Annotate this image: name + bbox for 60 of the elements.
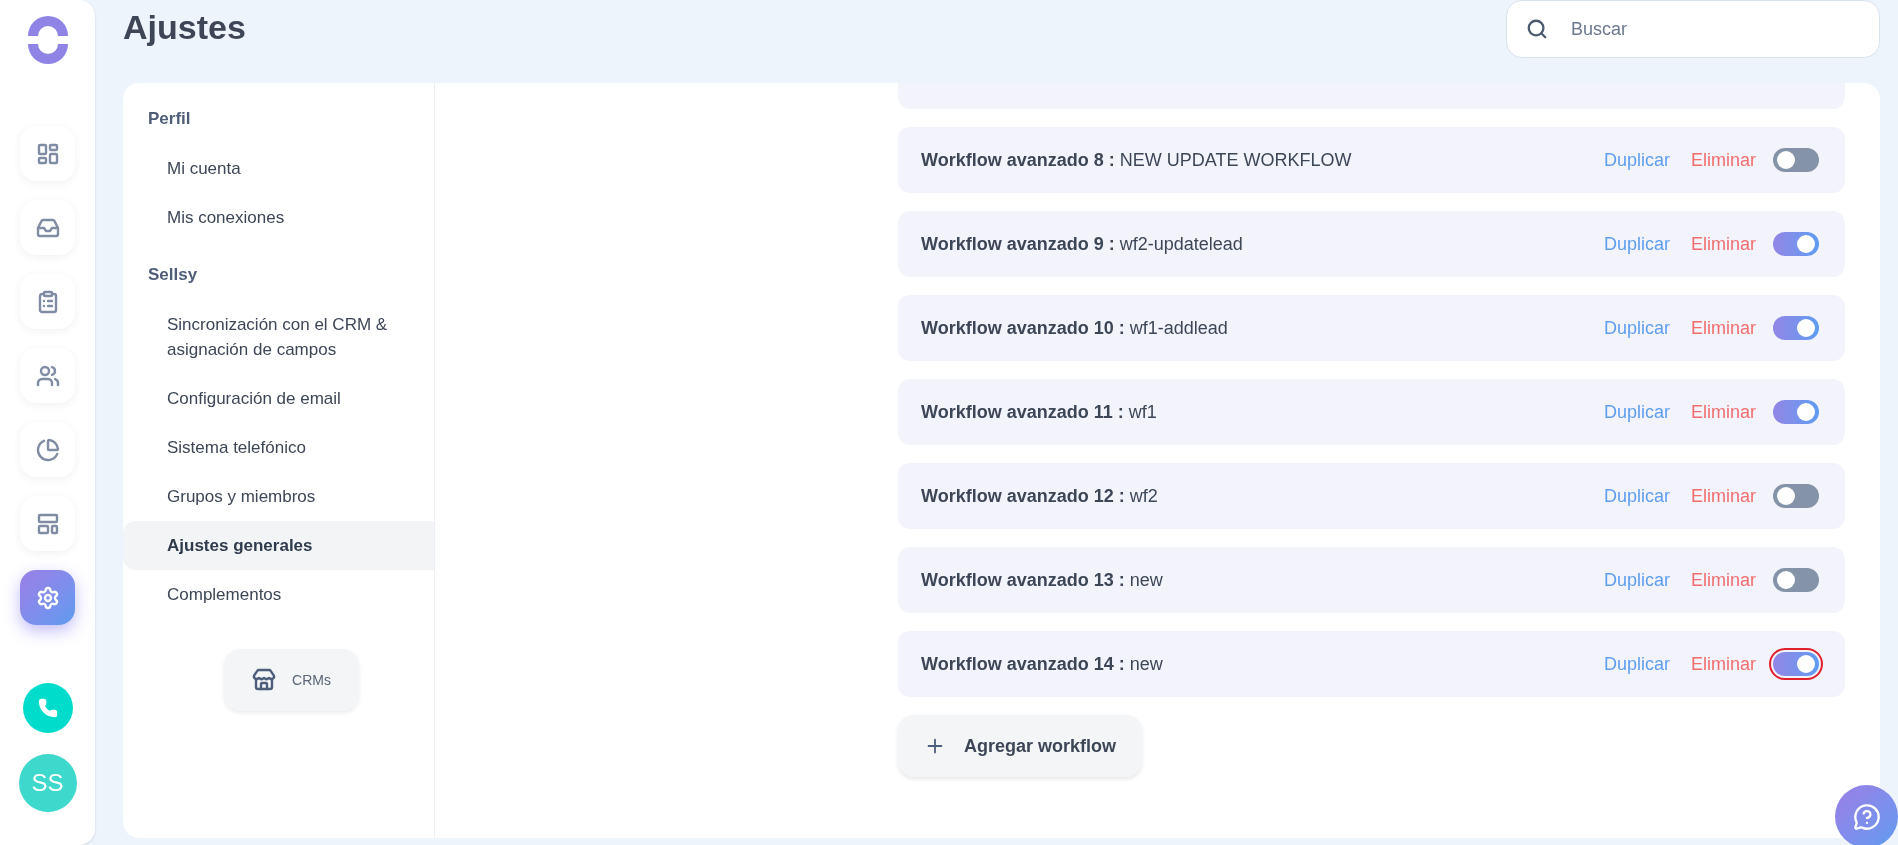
duplicate-link[interactable]: Duplicar	[1603, 482, 1670, 510]
workflow-title: Workflow avanzado 11 : wf1	[921, 400, 1158, 424]
duplicate-link[interactable]: Duplicar	[1603, 650, 1670, 678]
menu-item[interactable]: Sincronización con el CRM & asignación de campos	[123, 300, 434, 374]
workflow-title: Workflow avanzado 12 : wf2	[921, 484, 1159, 508]
search-icon	[1526, 18, 1548, 40]
menu-item[interactable]: Mis conexiones	[123, 193, 434, 242]
help-chat-icon	[1852, 802, 1881, 831]
nav-button[interactable]	[20, 274, 75, 329]
phone-icon	[37, 698, 58, 718]
pie-chart-icon	[35, 437, 60, 462]
duplicate-link[interactable]: Duplicar	[1603, 398, 1670, 426]
nav-button[interactable]	[20, 496, 75, 551]
crms-button[interactable]: CRMs	[224, 649, 359, 711]
phone-button[interactable]	[22, 683, 73, 733]
help-chat-button[interactable]	[1835, 785, 1898, 845]
toggle-switch[interactable]	[1773, 316, 1819, 340]
menu-item[interactable]: Mi cuenta	[123, 144, 434, 193]
workflow-title: Workflow avanzado 8 : NEW UPDATE WORKFLOW	[921, 148, 1353, 172]
people-icon	[35, 363, 60, 388]
nav-button[interactable]	[20, 200, 75, 255]
toggle-switch[interactable]	[1773, 484, 1819, 508]
toggle-switch[interactable]	[1773, 568, 1819, 592]
toggle-switch[interactable]	[1773, 148, 1819, 172]
search-field[interactable]: Buscar	[1506, 0, 1880, 58]
add-workflow-button[interactable]: Agregar workflow	[898, 715, 1143, 777]
nav-button[interactable]	[20, 126, 75, 181]
menu-section-title: Sellsy	[147, 264, 199, 286]
nav-button[interactable]	[20, 348, 75, 403]
menu-item[interactable]: Complementos	[123, 570, 434, 619]
layout-icon	[35, 511, 60, 536]
menu-section-title: Perfil	[147, 108, 192, 130]
menu-item[interactable]: Sistema telefónico	[123, 423, 434, 472]
workflow-title: Workflow avanzado 10 : wf1-addlead	[921, 316, 1229, 340]
user-avatar[interactable]: SS	[18, 754, 77, 812]
nav-button[interactable]	[20, 570, 75, 625]
duplicate-link[interactable]: Duplicar	[1603, 230, 1670, 258]
duplicate-link[interactable]: Duplicar	[1603, 314, 1670, 342]
toggle-switch[interactable]	[1773, 232, 1819, 256]
menu-item[interactable]: Grupos y miembros	[123, 472, 434, 521]
workflow-title: Workflow avanzado 9 : wf2-updatelead	[921, 232, 1244, 256]
nav-button[interactable]	[20, 422, 75, 477]
menu-item[interactable]: Configuración de email	[123, 374, 434, 423]
delete-link[interactable]: Eliminar	[1691, 398, 1756, 426]
workflow-title: Workflow avanzado 14 : new	[921, 652, 1164, 676]
settings-icon	[35, 585, 60, 610]
dashboard-icon	[35, 141, 60, 166]
store-icon	[252, 668, 277, 692]
delete-link[interactable]: Eliminar	[1691, 566, 1756, 594]
duplicate-link[interactable]: Duplicar	[1603, 146, 1670, 174]
duplicate-link[interactable]: Duplicar	[1603, 566, 1670, 594]
delete-link[interactable]: Eliminar	[1691, 146, 1756, 174]
menu-item[interactable]: Ajustes generales	[123, 521, 434, 570]
delete-link[interactable]: Eliminar	[1691, 650, 1756, 678]
page-title: Ajustes	[123, 7, 246, 48]
delete-link[interactable]: Eliminar	[1691, 230, 1756, 258]
delete-link[interactable]: Eliminar	[1691, 314, 1756, 342]
toggle-switch[interactable]	[1773, 400, 1819, 424]
workflow-title: Workflow avanzado 13 : new	[921, 568, 1164, 592]
delete-link[interactable]: Eliminar	[1691, 482, 1756, 510]
